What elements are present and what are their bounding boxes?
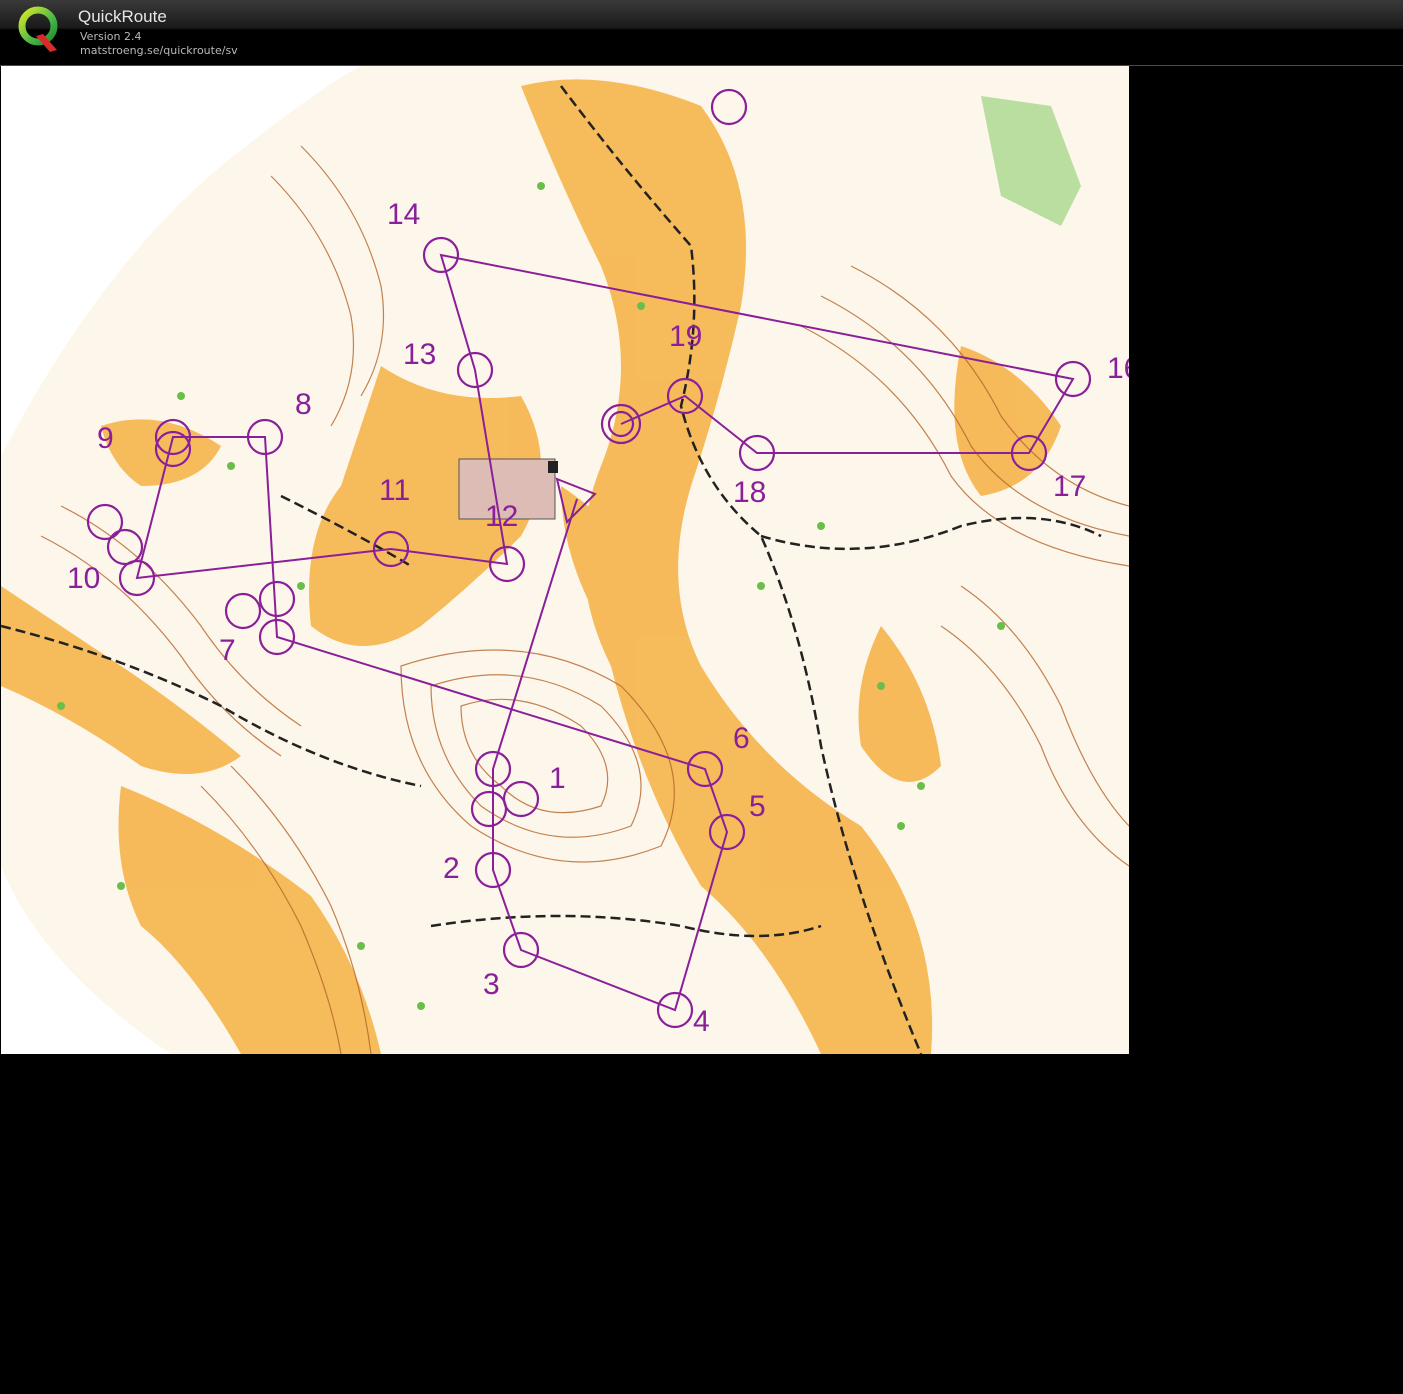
- app-version: Version 2.4: [80, 30, 142, 43]
- orienteering-map[interactable]: 123456789101112131416171819: [1, 66, 1129, 1054]
- control-label-1: 1: [549, 762, 566, 795]
- control-label-12: 12: [485, 500, 518, 533]
- control-label-18: 18: [733, 476, 766, 509]
- title-bar: QuickRoute Version 2.4 matstroeng.se/qui…: [0, 0, 1403, 66]
- control-label-16: 16: [1107, 352, 1129, 385]
- control-label-2: 2: [443, 852, 460, 885]
- control-label-8: 8: [295, 388, 312, 421]
- control-label-4: 4: [693, 1005, 710, 1038]
- control-label-11: 11: [379, 474, 410, 507]
- app-title: QuickRoute: [78, 7, 167, 26]
- map-canvas: 123456789101112131416171819: [1, 66, 1129, 1054]
- control-label-17: 17: [1053, 470, 1086, 503]
- control-label-14: 14: [387, 198, 420, 231]
- control-label-13: 13: [403, 338, 436, 371]
- control-label-9: 9: [97, 422, 114, 455]
- building: [548, 461, 558, 473]
- quickroute-logo-icon: [18, 6, 58, 52]
- control-label-19: 19: [669, 320, 702, 353]
- control-label-3: 3: [483, 968, 500, 1001]
- control-label-6: 6: [733, 722, 750, 755]
- control-label-5: 5: [749, 790, 766, 823]
- control-label-10: 10: [67, 562, 100, 595]
- control-label-7: 7: [219, 634, 236, 667]
- app-url[interactable]: matstroeng.se/quickroute/sv: [80, 44, 238, 57]
